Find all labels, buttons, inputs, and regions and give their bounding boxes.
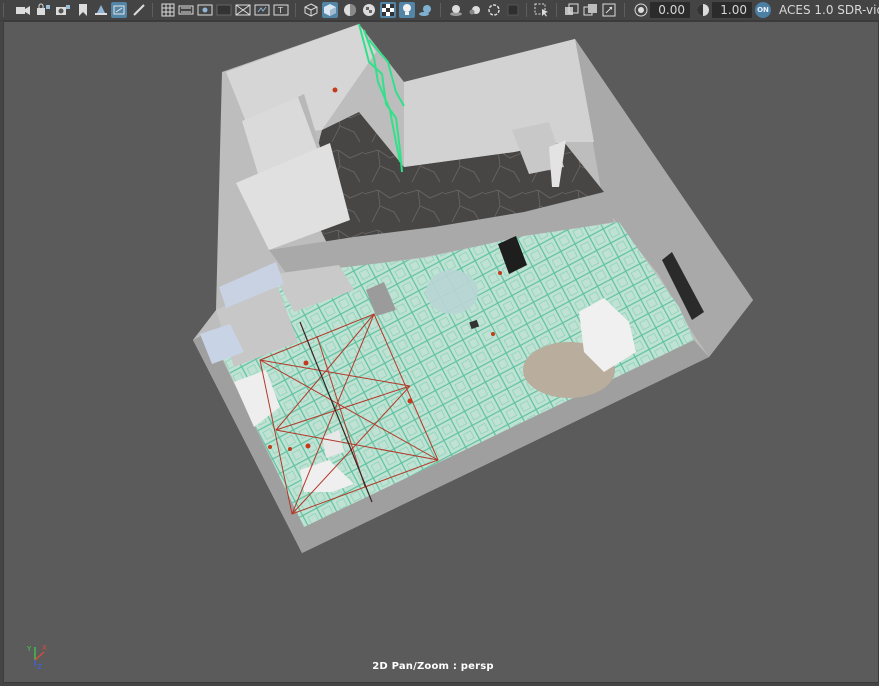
motion-blur-icon[interactable] <box>467 2 483 18</box>
exposure-icon[interactable] <box>633 2 649 18</box>
round-table <box>426 270 478 314</box>
textured-icon[interactable] <box>361 2 377 18</box>
image-plane-icon[interactable] <box>93 2 109 18</box>
depth-of-field-icon[interactable] <box>505 2 521 18</box>
exposure-field[interactable]: 0.00 <box>650 2 690 18</box>
isolate-select-icon[interactable] <box>534 2 550 18</box>
view-transform-dropdown[interactable]: ACES 1.0 SDR-video <box>779 2 879 18</box>
toolbar-separator <box>526 3 527 17</box>
viewport-toolbar: T 0.00 1.00 ON ACES 1.0 SDR-vi <box>0 0 879 21</box>
scene-render <box>193 23 753 553</box>
axis-z-label: Z <box>37 663 42 670</box>
toolbar-separator <box>3 3 4 17</box>
smooth-shade-icon[interactable] <box>322 2 338 18</box>
toolbar-separator <box>295 3 296 17</box>
anti-alias-icon[interactable] <box>486 2 502 18</box>
pencil-icon[interactable] <box>131 2 147 18</box>
axis-gizmo-icon: Y X Z <box>26 644 47 670</box>
xray-active-components-icon[interactable] <box>583 2 599 18</box>
use-all-lights-icon[interactable] <box>380 2 396 18</box>
field-chart-icon[interactable] <box>235 2 251 18</box>
toolbar-separator <box>152 3 153 17</box>
gamma-field[interactable]: 1.00 <box>712 2 752 18</box>
grease-pencil-icon[interactable] <box>111 2 127 18</box>
toolbar-separator <box>624 3 625 17</box>
xray-joints-icon[interactable] <box>602 2 618 18</box>
ambient-occlusion-icon[interactable] <box>448 2 464 18</box>
camera-attributes-icon[interactable] <box>55 2 71 18</box>
toolbar-separator <box>440 3 441 17</box>
xray-icon[interactable] <box>564 2 580 18</box>
color-management-toggle-icon[interactable]: ON <box>755 2 771 18</box>
grid-icon[interactable] <box>160 2 176 18</box>
axis-y-label: Y <box>26 645 32 653</box>
toolbar-separator <box>556 3 557 17</box>
3d-viewport[interactable]: 2D Pan/Zoom : persp Y X Z <box>3 21 879 683</box>
camera-select-icon[interactable] <box>15 2 31 18</box>
bookmark-icon[interactable] <box>75 2 91 18</box>
resolution-gate-icon[interactable] <box>197 2 213 18</box>
gate-mask-icon[interactable] <box>216 2 232 18</box>
safe-action-icon[interactable] <box>254 2 270 18</box>
color-management-badge: ON <box>757 6 769 14</box>
default-material-icon[interactable] <box>342 2 358 18</box>
safe-title-icon[interactable]: T <box>273 2 289 18</box>
gamma-icon[interactable] <box>695 2 711 18</box>
film-gate-icon[interactable] <box>178 2 194 18</box>
shadows-icon[interactable] <box>418 2 434 18</box>
hud-pan-zoom-label: 2D Pan/Zoom : persp <box>372 661 494 672</box>
axis-x-label: X <box>42 644 47 652</box>
svg-text:T: T <box>277 6 283 15</box>
light-bulb-icon[interactable] <box>399 2 415 18</box>
wireframe-icon[interactable] <box>303 2 319 18</box>
camera-lock-icon[interactable] <box>35 2 51 18</box>
